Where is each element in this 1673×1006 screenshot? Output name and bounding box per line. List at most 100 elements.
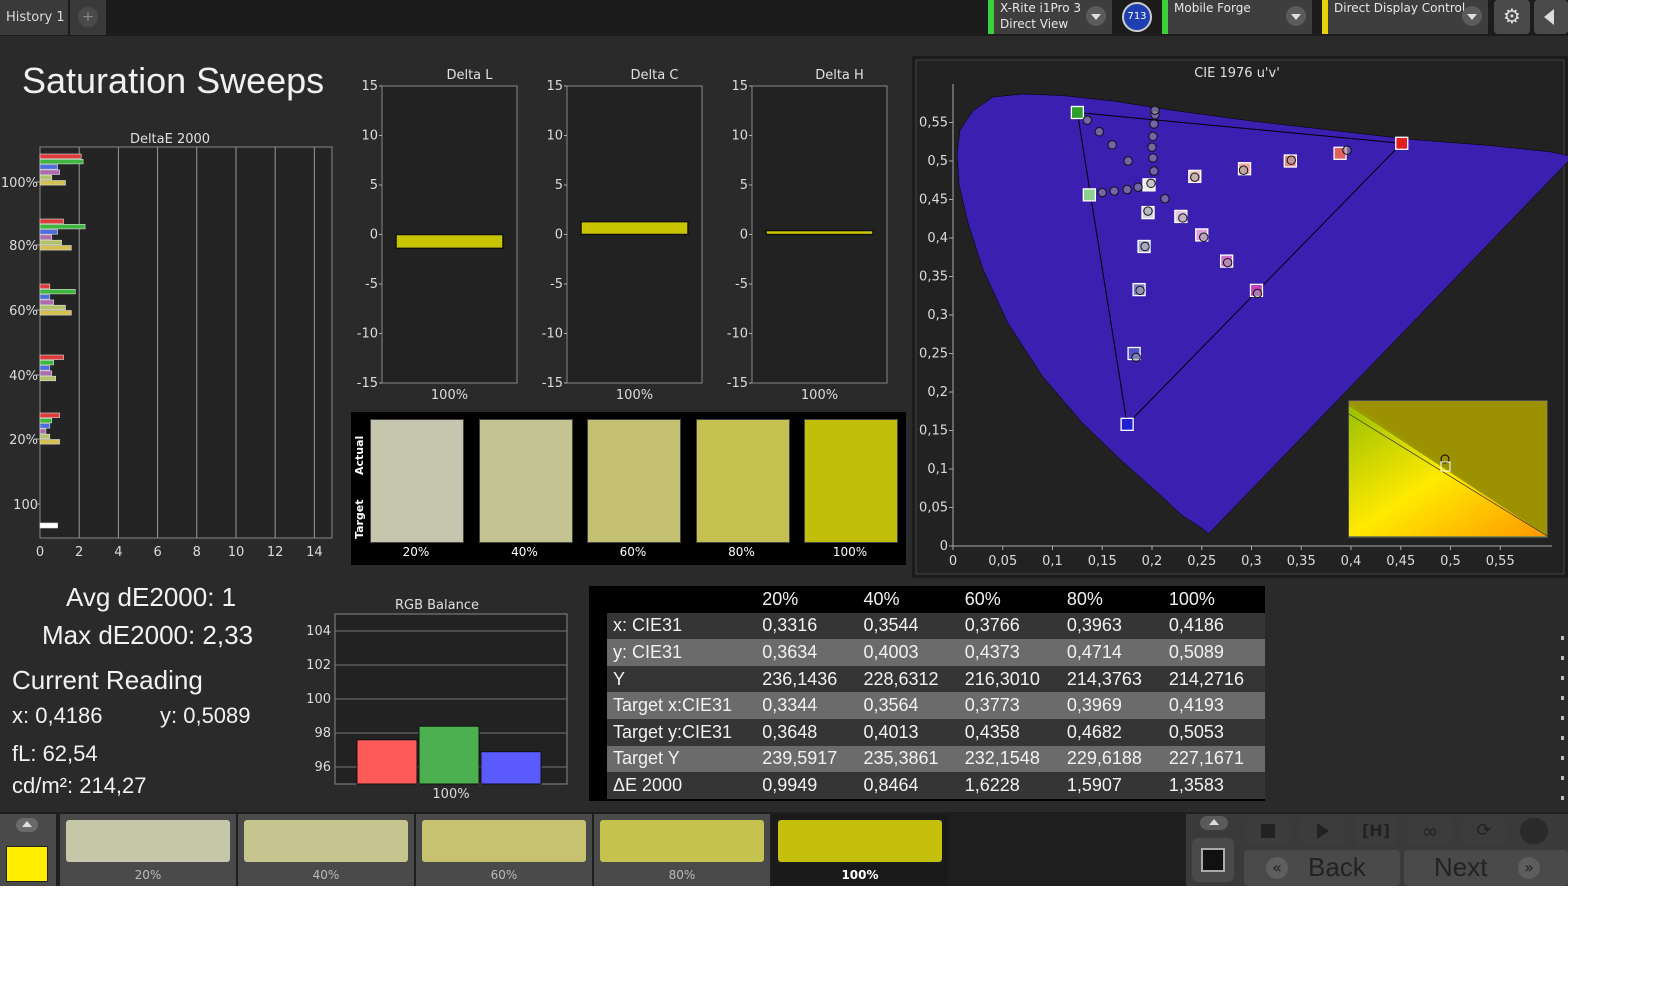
meter-selector[interactable]: X-Rite i1Pro 3 Direct View [988, 0, 1112, 34]
cie-measured-marker [1143, 206, 1153, 216]
stop-button[interactable] [1246, 816, 1290, 846]
swatch-40pct[interactable] [478, 419, 573, 543]
table-row: Target y:CIE31 0,3648 0,4013 0,4358 0,4682 0,… [607, 718, 1265, 746]
delta-lch-charts: Delta L 15 10 5 0 -5 -10 -15 100% Delta C 15 10 5 0 -5… [357, 68, 888, 403]
patch-label: 100% [841, 868, 879, 882]
play-button[interactable] [1300, 816, 1344, 846]
add-tab-button[interactable]: + [70, 0, 106, 35]
deltae-bar [39, 229, 58, 235]
deltae-bar [39, 289, 76, 295]
swatch-80pct[interactable] [695, 419, 790, 543]
chevron-down-icon[interactable] [1086, 6, 1106, 26]
table-cell: 235,3861 [863, 748, 939, 769]
deltae-y-label: 60% [9, 304, 38, 319]
table-header-row: 20% 40% 60% 80% 100% [607, 586, 1265, 613]
table-cell: 0,3344 [762, 695, 818, 716]
table-row-label: x: CIE31 [613, 615, 683, 636]
patch-tile-100pct[interactable]: 100% [772, 814, 948, 886]
chevron-down-icon[interactable] [1286, 6, 1306, 26]
rgb-balance-chart: RGB Balance 104 102 100 98 96 100% [306, 598, 568, 802]
table-cell: 0,8464 [863, 774, 919, 795]
delta-chart-title: Delta C [631, 68, 679, 83]
cie-x-tick: 0,55 [1486, 554, 1515, 569]
cie-x-tick: 0,45 [1386, 554, 1415, 569]
delta-bar [580, 220, 689, 236]
back-button[interactable]: « Back [1244, 850, 1400, 886]
display-selector[interactable]: Direct Display Control [1322, 0, 1488, 34]
delta-chart-title: Delta H [815, 68, 864, 83]
delta-y-tick: -5 [365, 277, 378, 292]
cie-measured-marker [1097, 187, 1107, 198]
table-row: Y 236,1436 228,6312 216,3010 214,3763 214,271… [607, 665, 1265, 693]
current-patch-panel [0, 814, 56, 886]
deltae-bar [39, 169, 60, 175]
deltae-bar [39, 299, 55, 305]
rgb-y-tick: 96 [314, 760, 331, 775]
table-row: Target Y 239,5917 235,3861 232,1548 229,6188… [607, 745, 1265, 773]
deltae-bar [39, 417, 53, 424]
rgb-bar-g [418, 725, 480, 785]
deltae-bar [39, 412, 60, 418]
cie-measured-marker [1133, 182, 1143, 192]
deltae-y-label: 20% [9, 433, 38, 448]
cie-measured-marker [1150, 105, 1160, 115]
table-cell: 1,5907 [1066, 774, 1122, 795]
delta-y-tick: -10 [357, 327, 378, 342]
cie-title: CIE 1976 u'v' [1194, 66, 1280, 81]
infinity-icon: ∞ [1421, 819, 1439, 843]
actual-label: Actual [353, 435, 366, 475]
table-cell: 239,5917 [762, 748, 838, 769]
cie-y-tick: 0,15 [919, 424, 948, 439]
meter-badge[interactable]: 713 [1122, 2, 1152, 32]
table-row-label: ΔE 2000 [613, 774, 683, 795]
patch-tile-40pct[interactable]: 40% [238, 814, 414, 886]
collapse-strip-button[interactable] [16, 818, 38, 832]
meter-name: X-Rite i1Pro 3 [1000, 1, 1081, 15]
chevron-down-icon[interactable] [1462, 6, 1482, 26]
collapse-button[interactable] [1534, 0, 1568, 34]
table-cell: 0,5089 [1168, 641, 1224, 662]
stop-measure-button[interactable] [1192, 838, 1234, 882]
deltae-bar [39, 365, 51, 371]
patch-tile-20pct[interactable]: 20% [60, 814, 236, 886]
gear-icon[interactable]: ⚙ [1494, 0, 1530, 34]
swatch-100pct[interactable] [804, 419, 898, 543]
reading-y: y: 0,5089 [160, 703, 251, 728]
measure-frame-button[interactable]: [H] [1354, 816, 1398, 846]
deltae-bar [39, 153, 82, 159]
profile-name: Mobile Forge [1174, 1, 1251, 15]
table-cell: 1,6228 [964, 774, 1020, 795]
patch-tile-60pct[interactable]: 60% [416, 814, 592, 886]
loop-button[interactable]: ∞ [1408, 816, 1452, 846]
deltae-title: DeltaE 2000 [130, 132, 210, 147]
table-cell: 0,3634 [762, 641, 818, 662]
tab-history-1[interactable]: History 1 [0, 0, 68, 35]
app-window: History 1 + X-Rite i1Pro 3 Direct View 7… [0, 0, 1568, 886]
delta-y-tick: 10 [731, 129, 748, 144]
scrollbar[interactable] [1558, 600, 1568, 810]
table-header-cell: 40% [863, 588, 900, 609]
swatch-label: 80% [728, 545, 755, 559]
reading-x: x: 0,4186 [12, 703, 103, 728]
reading-fl: fL: 62,54 [12, 741, 98, 766]
refresh-button[interactable]: ⟳ [1462, 816, 1506, 846]
swatch-20pct[interactable] [370, 419, 464, 543]
swatch-60pct[interactable] [587, 419, 681, 543]
table-row: y: CIE31 0,3634 0,4003 0,4373 0,4714 0,5089 [607, 639, 1265, 666]
delta-y-tick: -10 [542, 327, 563, 342]
patch-swatch [600, 820, 764, 862]
cie-x-tick: 0,35 [1287, 554, 1316, 569]
patch-swatch [778, 820, 942, 862]
deltae-bar [39, 294, 51, 300]
next-button[interactable]: Next » [1404, 850, 1568, 886]
deltae-y-label: 100 [13, 498, 38, 513]
profile-selector[interactable]: Mobile Forge [1162, 0, 1312, 34]
table-cell: 228,6312 [863, 668, 939, 689]
delta-y-tick: 0 [555, 228, 563, 243]
collapse-nav-button[interactable] [1200, 816, 1228, 830]
cie-measured-marker [1286, 155, 1296, 165]
arrow-left-icon [1544, 9, 1554, 25]
patch-tile-80pct[interactable]: 80% [594, 814, 770, 886]
record-indicator [1520, 818, 1548, 844]
deltae-bar [39, 224, 86, 230]
